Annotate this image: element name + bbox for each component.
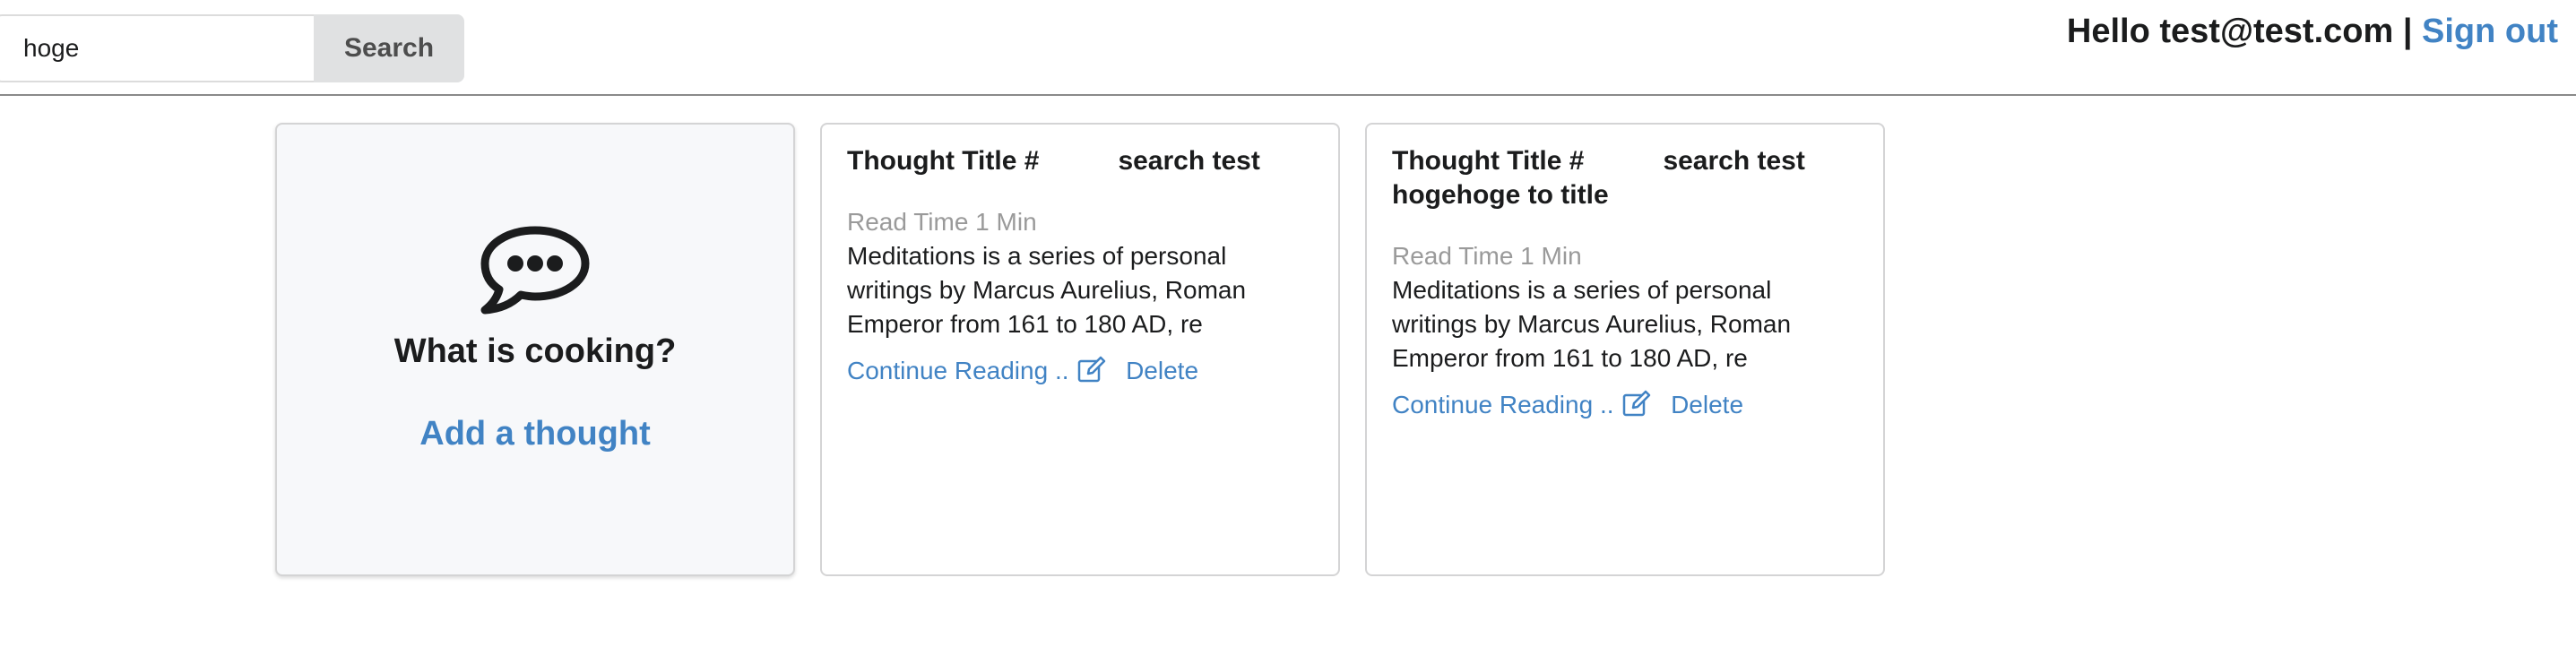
thought-title-prefix: Thought Title # xyxy=(847,146,1040,176)
thought-excerpt: Meditations is a series of personal writ… xyxy=(847,242,1247,338)
thought-excerpt: Meditations is a series of personal writ… xyxy=(1392,276,1792,372)
add-thought-card: What is cooking? Add a thought xyxy=(275,123,795,576)
continue-reading-link[interactable]: Continue Reading .. xyxy=(1392,391,1614,418)
greeting-text: Hello test@test.com | xyxy=(2066,13,2413,50)
continue-reading-link[interactable]: Continue Reading .. xyxy=(847,357,1069,384)
thought-title-prefix: Thought Title # xyxy=(1392,146,1585,176)
edit-icon[interactable] xyxy=(1077,356,1106,383)
thought-actions: Continue Reading .. Delete xyxy=(1392,388,1858,422)
user-greeting: Hello test@test.com | Sign out xyxy=(2067,13,2558,51)
thought-actions: Continue Reading .. Delete xyxy=(847,354,1313,388)
thought-title: Thought Title # search test xyxy=(847,144,1313,178)
read-time: Read Time 1 Min xyxy=(1392,242,1582,270)
add-card-title: What is cooking? xyxy=(393,332,677,370)
speech-bubble-icon xyxy=(480,226,590,315)
search-input[interactable] xyxy=(0,14,314,82)
top-bar: Search Hello test@test.com | Sign out xyxy=(0,0,2576,96)
edit-icon[interactable] xyxy=(1622,390,1651,417)
sign-out-link[interactable]: Sign out xyxy=(2422,13,2558,50)
search-button[interactable]: Search xyxy=(314,14,464,82)
add-thought-link[interactable]: Add a thought xyxy=(277,415,793,453)
thought-title: Thought Title # search test hogehoge to t… xyxy=(1392,144,1858,212)
thought-title-text: search test xyxy=(1118,146,1260,176)
search-form: Search xyxy=(0,14,464,82)
read-time: Read Time 1 Min xyxy=(847,208,1037,236)
thought-card: Thought Title # search test Read Time 1 M… xyxy=(820,123,1340,576)
delete-link[interactable]: Delete xyxy=(1126,357,1198,384)
delete-link[interactable]: Delete xyxy=(1671,391,1743,418)
thought-card: Thought Title # search test hogehoge to t… xyxy=(1365,123,1885,576)
